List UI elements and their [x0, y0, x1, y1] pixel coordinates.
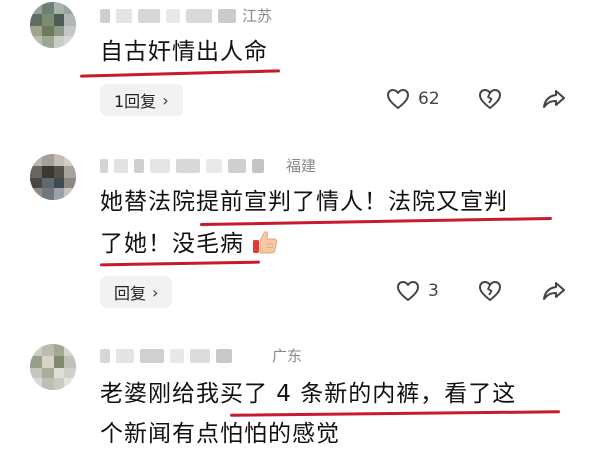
share-button[interactable]	[542, 88, 566, 110]
like-button[interactable]: 62	[386, 88, 440, 110]
comment-text: 自古奸情出人命	[100, 39, 268, 65]
like-count: 62	[418, 89, 440, 109]
broken-heart-icon	[478, 280, 502, 302]
comment-text-line-1: 老婆刚给我买了 4 条新的内裤，看了这	[100, 381, 517, 407]
username-blurred[interactable]	[100, 156, 264, 176]
comment-text-2: 了她！没毛病	[100, 231, 244, 257]
thumbs-up-emoji-icon	[252, 229, 278, 255]
broken-heart-icon	[478, 88, 502, 110]
location-label: 福建	[286, 157, 317, 175]
username-blurred[interactable]	[100, 346, 232, 366]
location-label: 广东	[272, 347, 303, 365]
comment-text-line-2: 了她！没毛病	[100, 226, 278, 262]
chevron-right-icon: ›	[152, 282, 159, 302]
heart-icon	[396, 280, 420, 302]
dislike-button[interactable]	[478, 280, 502, 302]
comments-panel: 江苏 自古奸情出人命 1回复 › 62 福建 她替法院提前宣判了情人！法院又宣判…	[0, 0, 600, 460]
like-count: 3	[428, 281, 439, 301]
share-arrow-icon	[542, 88, 566, 110]
share-button[interactable]	[542, 280, 566, 302]
heart-icon	[386, 88, 410, 110]
reply-label: 回复	[114, 284, 147, 303]
avatar[interactable]	[30, 2, 76, 48]
location-label: 江苏	[242, 7, 273, 25]
chevron-right-icon: ›	[162, 90, 169, 110]
username-blurred[interactable]	[100, 6, 236, 26]
reply-button[interactable]: 1回复 ›	[100, 84, 183, 116]
share-arrow-icon	[542, 280, 566, 302]
like-button[interactable]: 3	[396, 280, 439, 302]
comment-text-line-1: 她替法院提前宣判了情人！法院又宣判	[100, 189, 508, 215]
avatar[interactable]	[30, 344, 76, 390]
red-underline	[79, 69, 281, 78]
dislike-button[interactable]	[478, 88, 502, 110]
avatar[interactable]	[30, 154, 76, 200]
comment-text-line-2: 个新闻有点怕怕的感觉	[100, 421, 340, 447]
reply-label: 1回复	[114, 92, 157, 111]
reply-button[interactable]: 回复 ›	[100, 276, 173, 308]
